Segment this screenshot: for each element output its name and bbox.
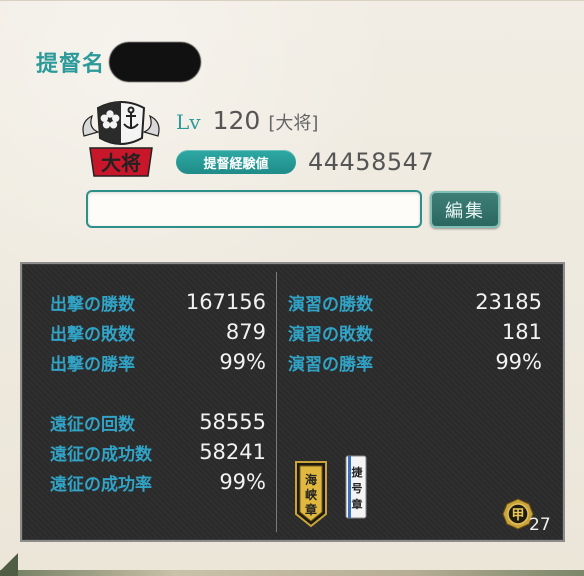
stat-sortie-wins: 出撃の勝数 167156 — [50, 288, 266, 316]
stat-label: 出撃の勝数 — [50, 294, 135, 315]
stat-value: 99% — [219, 470, 266, 494]
stat-value: 879 — [225, 320, 266, 344]
experience-value: 44458547 — [308, 148, 435, 176]
level-label: Lv — [176, 110, 201, 134]
stats-panel: 出撃の勝数 167156 出撃の敗数 879 出撃の勝率 99% 演習の勝数 2… — [20, 262, 565, 542]
experience-row: 提督経験値 44458547 — [176, 148, 434, 176]
sho-go-medal-char-3: 章 — [352, 497, 363, 511]
stat-sortie-win-rate: 出撃の勝率 99% — [50, 348, 266, 376]
stat-sortie-losses: 出撃の敗数 879 — [50, 318, 266, 346]
strait-medal-char-2: 峡 — [305, 487, 317, 502]
stat-label: 演習の敗数 — [288, 324, 373, 345]
kou-medal-text: 甲 — [511, 508, 524, 523]
experience-badge: 提督経験値 — [176, 150, 296, 174]
sho-go-medal-icon[interactable]: 捷 号 章 — [344, 454, 368, 520]
stat-value: 58555 — [199, 410, 266, 434]
admiral-name-redacted — [109, 42, 202, 82]
stat-expedition-success-rate: 遠征の成功率 99% — [50, 468, 266, 496]
stat-value: 23185 — [475, 290, 542, 314]
admiral-name-row: 提督名 — [36, 42, 202, 82]
kou-medal-count: 27 — [529, 515, 551, 535]
corner-decoration — [0, 536, 18, 576]
stat-label: 出撃の勝率 — [50, 354, 135, 375]
stat-label: 遠征の成功数 — [50, 444, 152, 465]
stat-label: 演習の勝率 — [288, 354, 373, 375]
rank-emblem-icon: 大将 — [82, 101, 160, 177]
level-row: Lv 120 [大将] — [176, 106, 318, 135]
stat-exercise-wins: 演習の勝数 23185 — [288, 288, 542, 316]
stats-divider — [276, 272, 277, 532]
stat-expedition-successes: 遠征の成功数 58241 — [50, 438, 266, 466]
rank-text: [大将] — [268, 113, 319, 134]
stat-label: 遠征の成功率 — [50, 474, 152, 495]
strait-medal-icon[interactable]: 海 峡 章 — [292, 458, 330, 528]
comment-input[interactable] — [86, 190, 422, 228]
stat-value: 99% — [495, 350, 542, 374]
stat-value: 181 — [501, 320, 542, 344]
stat-label: 演習の勝数 — [288, 294, 373, 315]
strait-medal-char-3: 章 — [305, 502, 317, 517]
stat-exercise-win-rate: 演習の勝率 99% — [288, 348, 542, 376]
stat-value: 58241 — [199, 440, 266, 464]
stat-exercise-losses: 演習の敗数 181 — [288, 318, 542, 346]
stat-value: 99% — [219, 350, 266, 374]
stat-label: 遠征の回数 — [50, 414, 135, 435]
stat-expedition-count: 遠征の回数 58555 — [50, 408, 266, 436]
admiral-name-label: 提督名 — [36, 51, 106, 77]
sho-go-medal-char-1: 捷 — [352, 465, 364, 479]
level-value: 120 — [212, 106, 261, 135]
stat-label: 出撃の敗数 — [50, 324, 135, 345]
sho-go-medal-char-2: 号 — [352, 482, 363, 495]
strait-medal-char-1: 海 — [305, 472, 317, 487]
stat-value: 167156 — [185, 290, 266, 314]
bottom-border — [0, 570, 584, 576]
rank-emblem-text: 大将 — [101, 151, 141, 175]
edit-button[interactable]: 編集 — [430, 191, 500, 228]
